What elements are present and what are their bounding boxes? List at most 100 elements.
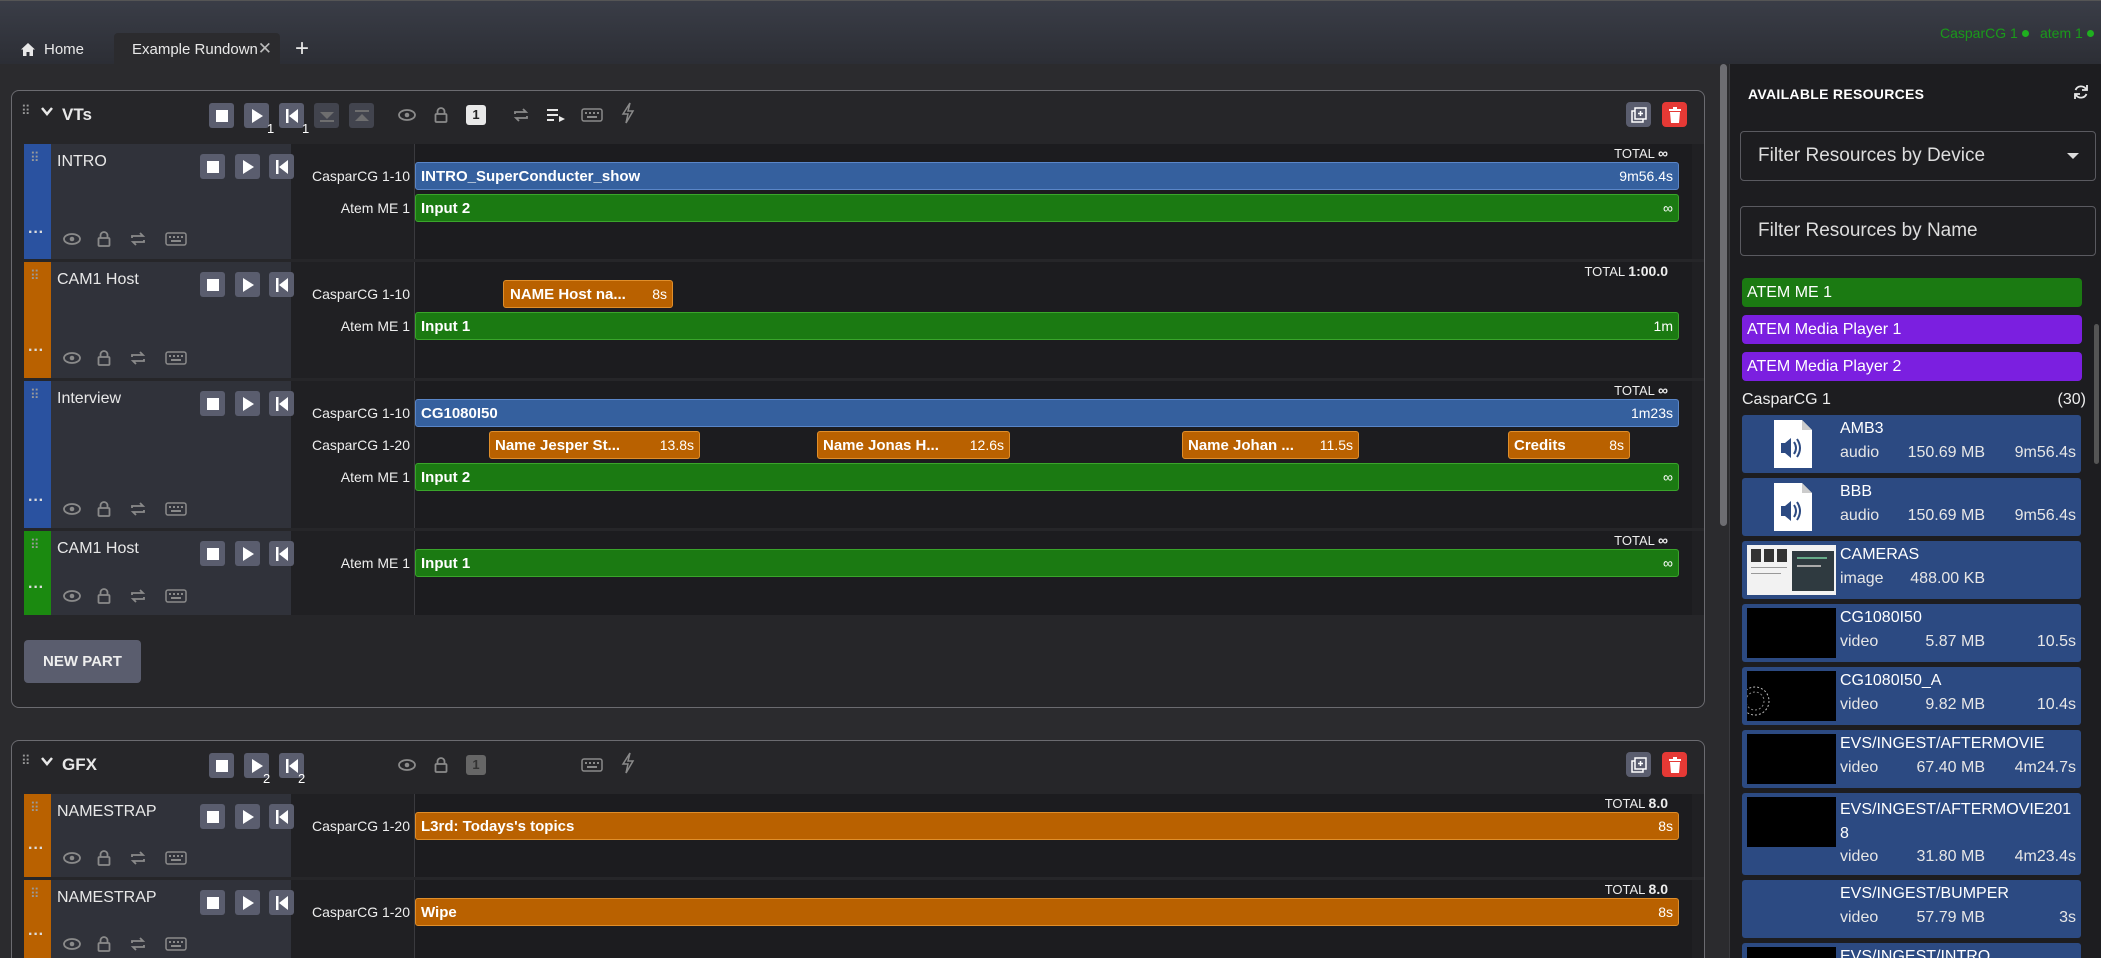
- loop-icon[interactable]: [126, 932, 150, 956]
- tab-home[interactable]: Home: [8, 33, 113, 65]
- more-options-icon[interactable]: ···: [28, 492, 44, 510]
- delete-group-button[interactable]: [1662, 752, 1687, 777]
- loop-icon[interactable]: [126, 227, 150, 251]
- part-stop-button[interactable]: [200, 391, 225, 416]
- part-stop-button[interactable]: [200, 890, 225, 915]
- duplicate-group-button[interactable]: [1626, 102, 1651, 127]
- timeline-clip[interactable]: Wipe 8s: [415, 898, 1679, 926]
- timeline-clip[interactable]: L3rd: Todays's topics 8s: [415, 812, 1679, 840]
- keyboard-icon[interactable]: [164, 497, 188, 521]
- drag-handle-icon[interactable]: ⠿: [30, 151, 39, 164]
- lock-icon[interactable]: [92, 932, 116, 956]
- eye-icon[interactable]: [60, 497, 84, 521]
- timeline-clip[interactable]: Input 2 ∞: [415, 194, 1679, 222]
- playlist-icon[interactable]: [544, 103, 568, 127]
- timeline-clip[interactable]: INTRO_SuperConducter_show 9m56.4s: [415, 162, 1679, 190]
- part-stop-button[interactable]: [200, 804, 225, 829]
- resource-item[interactable]: EVS/INGEST/INTRO: [1742, 943, 2081, 958]
- scrollbar-thumb[interactable]: [1720, 64, 1727, 526]
- timeline-clip[interactable]: Input 2 ∞: [415, 463, 1679, 491]
- main-scrollbar[interactable]: [1719, 64, 1727, 958]
- refresh-icon[interactable]: [2073, 84, 2089, 105]
- lock-icon[interactable]: [92, 227, 116, 251]
- eye-icon[interactable]: [60, 846, 84, 870]
- more-options-icon[interactable]: ···: [28, 224, 44, 242]
- loop-icon[interactable]: [126, 497, 150, 521]
- drag-handle-icon[interactable]: ⠿: [30, 887, 39, 900]
- lock-icon[interactable]: [92, 497, 116, 521]
- part-stop-button[interactable]: [200, 272, 225, 297]
- delete-group-button[interactable]: [1662, 102, 1687, 127]
- resource-item[interactable]: BBB audio 150.69 MB 9m56.4s: [1742, 478, 2081, 536]
- resource-item[interactable]: CG1080I50_A video 9.82 MB 10.4s: [1742, 667, 2081, 725]
- part-play-button[interactable]: [235, 154, 260, 179]
- resource-item[interactable]: CAMERAS image 488.00 KB: [1742, 541, 2081, 599]
- more-options-icon[interactable]: ···: [28, 579, 44, 597]
- lock-icon[interactable]: [429, 753, 453, 777]
- part-stop-button[interactable]: [200, 541, 225, 566]
- timeline-clip[interactable]: Input 1 1m: [415, 312, 1679, 340]
- more-options-icon[interactable]: ···: [28, 342, 44, 360]
- resource-item[interactable]: EVS/INGEST/BUMPER video 57.79 MB 3s: [1742, 880, 2081, 938]
- timeline-clip[interactable]: CG1080I50 1m23s: [415, 399, 1679, 427]
- timeline-clip[interactable]: Input 1 ∞: [415, 549, 1679, 577]
- device-atem-me1[interactable]: ATEM ME 1: [1742, 278, 2082, 307]
- close-tab-icon[interactable]: ✕: [258, 39, 272, 59]
- filter-by-device-select[interactable]: Filter Resources by Device: [1740, 131, 2096, 181]
- stop-button[interactable]: [209, 753, 234, 778]
- duplicate-group-button[interactable]: [1626, 752, 1651, 777]
- more-options-icon[interactable]: ···: [28, 840, 44, 858]
- add-tab-button[interactable]: +: [290, 33, 314, 65]
- resource-item[interactable]: AMB3 audio 150.69 MB 9m56.4s: [1742, 415, 2081, 473]
- tab-example-rundown[interactable]: Example Rundown ✕: [114, 33, 280, 65]
- resource-item[interactable]: EVS/INGEST/AFTERMOVIE video 67.40 MB 4m2…: [1742, 730, 2081, 788]
- trigger-lightning-icon[interactable]: [616, 751, 640, 775]
- trigger-lightning-icon[interactable]: [616, 101, 640, 125]
- keyboard-icon[interactable]: [580, 103, 604, 127]
- drag-handle-icon[interactable]: ⠿: [30, 801, 39, 814]
- part-play-button[interactable]: [235, 541, 260, 566]
- keyboard-icon[interactable]: [580, 753, 604, 777]
- one-at-a-time-badge[interactable]: 1: [466, 105, 486, 125]
- play-button[interactable]: [244, 103, 269, 128]
- part-play-button[interactable]: [235, 890, 260, 915]
- keyboard-icon[interactable]: [164, 346, 188, 370]
- keyboard-icon[interactable]: [164, 584, 188, 608]
- chevron-down-icon[interactable]: [40, 754, 54, 768]
- casparcg-section-header[interactable]: CasparCG 1 (30): [1742, 391, 2086, 409]
- lock-icon[interactable]: [429, 103, 453, 127]
- keyboard-icon[interactable]: [164, 846, 188, 870]
- drag-handle-icon[interactable]: ⠿: [21, 754, 30, 767]
- eye-icon[interactable]: [60, 932, 84, 956]
- eye-icon[interactable]: [60, 584, 84, 608]
- filter-by-name-input[interactable]: Filter Resources by Name: [1740, 206, 2096, 256]
- device-atem-media-player-2[interactable]: ATEM Media Player 2: [1742, 352, 2082, 381]
- resource-item[interactable]: CG1080I50 video 5.87 MB 10.5s: [1742, 604, 2081, 662]
- part-play-button[interactable]: [235, 804, 260, 829]
- drag-handle-icon[interactable]: ⠿: [30, 388, 39, 401]
- eye-icon[interactable]: [395, 753, 419, 777]
- timeline-clip[interactable]: Name Jesper St... 13.8s: [489, 431, 700, 459]
- drag-handle-icon[interactable]: ⠿: [30, 538, 39, 551]
- timeline-clip[interactable]: Name Johan ... 11.5s: [1182, 431, 1359, 459]
- device-atem-media-player-1[interactable]: ATEM Media Player 1: [1742, 315, 2082, 344]
- timeline-clip[interactable]: NAME Host na... 8s: [503, 280, 673, 308]
- expand-all-button[interactable]: [349, 103, 374, 128]
- collapse-all-button[interactable]: [314, 103, 339, 128]
- restart-button[interactable]: [279, 103, 304, 128]
- part-play-button[interactable]: [235, 391, 260, 416]
- loop-icon[interactable]: [126, 584, 150, 608]
- loop-icon[interactable]: [509, 103, 533, 127]
- one-at-a-time-badge[interactable]: 1: [466, 755, 486, 775]
- loop-icon[interactable]: [126, 846, 150, 870]
- new-part-button[interactable]: NEW PART: [24, 640, 141, 683]
- stop-button[interactable]: [209, 103, 234, 128]
- part-play-button[interactable]: [235, 272, 260, 297]
- more-options-icon[interactable]: ···: [28, 926, 44, 944]
- keyboard-icon[interactable]: [164, 227, 188, 251]
- timeline-clip[interactable]: Credits 8s: [1508, 431, 1630, 459]
- part-stop-button[interactable]: [200, 154, 225, 179]
- lock-icon[interactable]: [92, 584, 116, 608]
- eye-icon[interactable]: [60, 346, 84, 370]
- chevron-down-icon[interactable]: [40, 104, 54, 118]
